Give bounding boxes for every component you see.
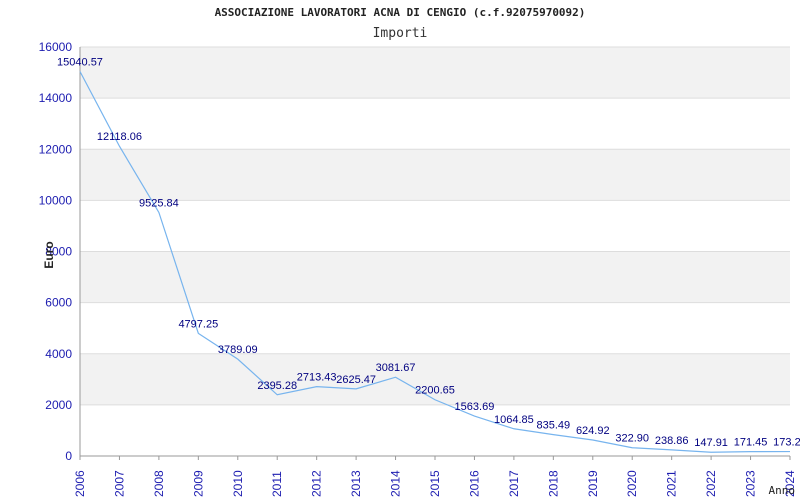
x-tick-label: 2007	[112, 470, 126, 497]
x-tick-label: 2015	[428, 470, 442, 497]
y-tick-label: 0	[65, 449, 72, 463]
data-label: 2200.65	[415, 385, 455, 397]
y-axis-label: Euro	[42, 241, 56, 268]
data-label: 173.21	[773, 437, 800, 449]
data-label: 12118.06	[97, 131, 142, 143]
data-label: 835.49	[537, 420, 571, 432]
line-chart: 0200040006000800010000120001400016000 20…	[39, 40, 800, 497]
data-label: 9525.84	[139, 197, 179, 209]
data-label: 2395.28	[257, 380, 297, 392]
data-label: 1563.69	[455, 401, 495, 413]
x-tick-label: 2021	[665, 470, 679, 497]
data-label: 3789.09	[218, 344, 258, 356]
grid-band	[80, 353, 790, 405]
x-tick-label: 2017	[507, 470, 521, 497]
x-axis-label: Anno	[769, 484, 796, 497]
x-tick-label: 2022	[704, 470, 718, 497]
data-label: 624.92	[576, 425, 610, 437]
x-tick-label: 2010	[231, 470, 245, 497]
y-tick-label: 12000	[39, 142, 73, 156]
data-label: 4797.25	[178, 318, 218, 330]
y-tick-label: 2000	[45, 398, 72, 412]
data-label: 147.91	[694, 437, 728, 449]
data-label: 171.45	[734, 437, 768, 449]
data-label: 2713.43	[297, 372, 337, 384]
data-label: 2625.47	[336, 374, 376, 386]
x-tick-label: 2006	[73, 470, 87, 497]
background-bands	[80, 47, 790, 405]
x-tick-label: 2013	[349, 470, 363, 497]
data-label: 322.90	[615, 433, 649, 445]
x-tick-label: 2011	[270, 471, 284, 497]
grid-band	[80, 251, 790, 303]
x-tick-label: 2019	[586, 470, 600, 497]
data-label: 3081.67	[376, 362, 416, 374]
x-tick-label: 2016	[467, 470, 481, 497]
y-tick-label: 6000	[45, 296, 72, 310]
y-tick-label: 10000	[39, 193, 73, 207]
x-tick-label: 2008	[152, 470, 166, 497]
x-tick-label: 2014	[389, 470, 403, 497]
x-tick-label: 2020	[625, 470, 639, 497]
y-tick-label: 16000	[39, 40, 73, 54]
grid-band	[80, 47, 790, 99]
data-label: 1064.85	[494, 414, 534, 426]
x-tick-label: 2012	[310, 470, 324, 497]
grid-band	[80, 149, 790, 201]
data-label: 238.86	[655, 435, 689, 447]
data-label: 15040.57	[57, 57, 103, 69]
x-tick-label: 2018	[546, 470, 560, 497]
x-tick-label: 2023	[744, 470, 758, 497]
x-tick-label: 2009	[191, 470, 205, 497]
y-tick-label: 14000	[39, 91, 73, 105]
y-tick-label: 4000	[45, 347, 72, 361]
x-tick-labels: 2006 2007 2008 2009 2010 2011 2012 2013 2014 2015…	[73, 470, 797, 497]
